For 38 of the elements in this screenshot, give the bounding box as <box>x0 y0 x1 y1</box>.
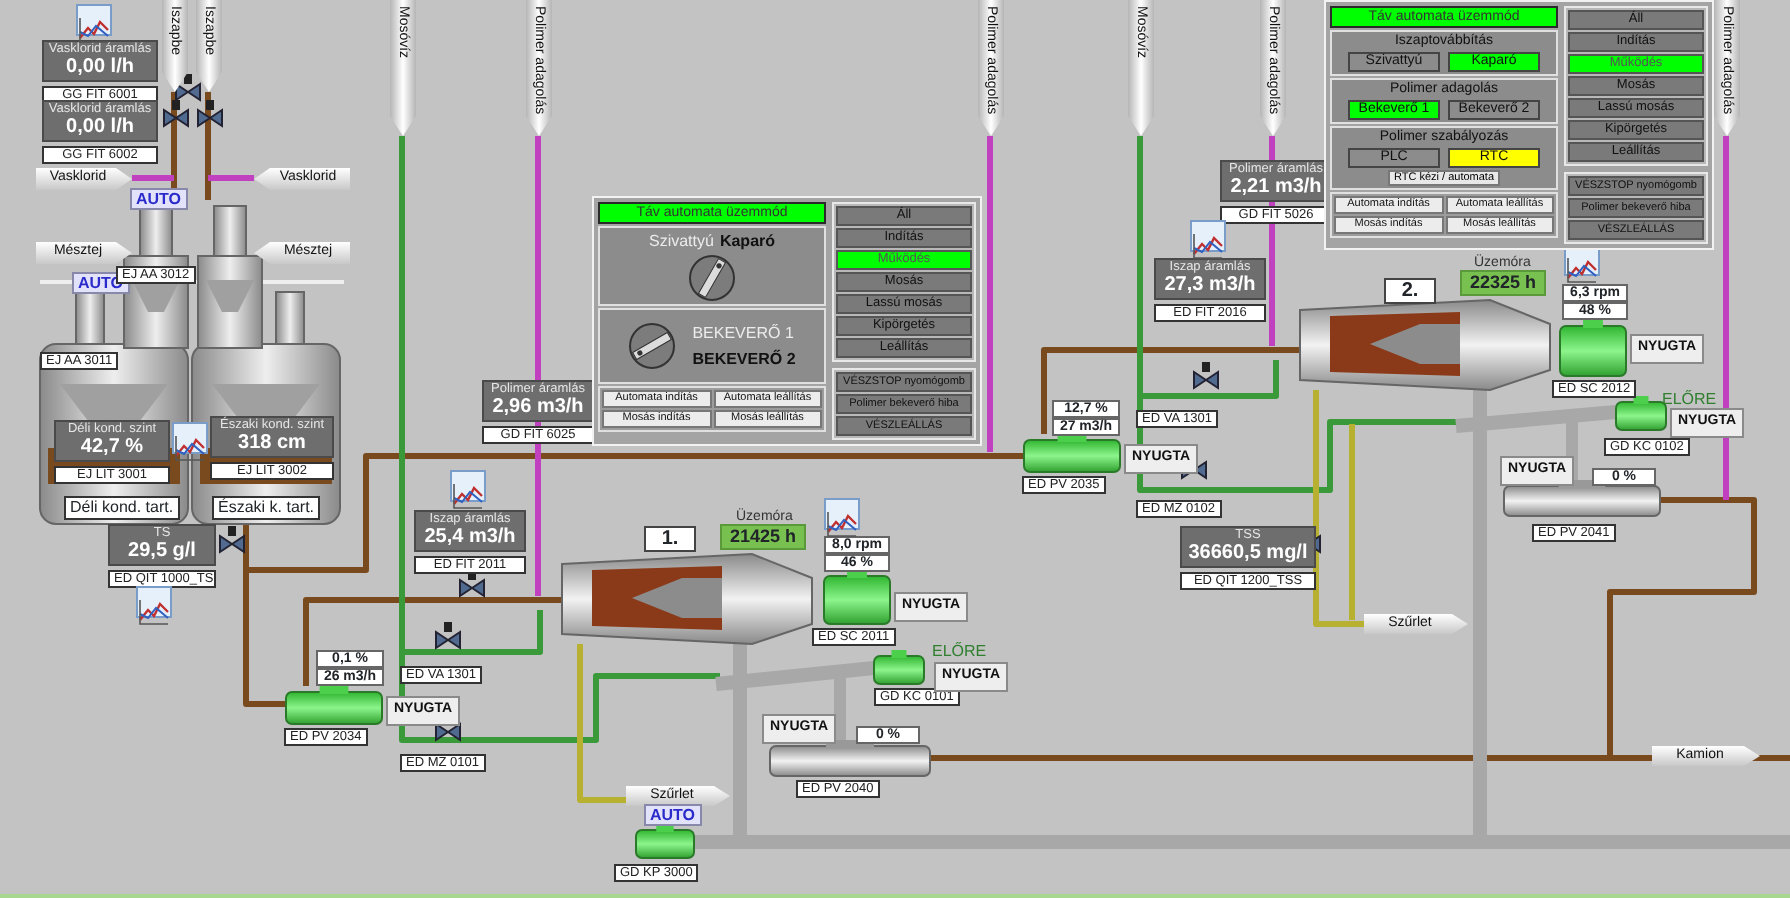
meter-value: 36660,5 mg/l <box>1186 543 1310 565</box>
motor-drawing <box>635 824 695 859</box>
auto-badge: AUTO <box>644 804 702 826</box>
meter-value: 0,00 l/h <box>64 57 136 79</box>
selector-option[interactable]: BEKEVERŐ 2 <box>692 349 796 369</box>
valve-icon <box>219 526 245 554</box>
operating-hours-value: 21425 h <box>720 524 807 550</box>
meter-value: 2,96 m3/h <box>490 397 586 419</box>
motor-drawing <box>823 570 891 625</box>
operating-hours-value: 22325 h <box>1460 270 1547 296</box>
pump-drawing <box>285 686 383 725</box>
selector-option[interactable]: Kaparó <box>719 231 776 251</box>
pump-drawing <box>1023 434 1121 473</box>
valve-icon <box>197 100 223 128</box>
valve-icon <box>163 100 189 128</box>
unit-number: 1. <box>644 526 696 552</box>
tank-name: Északi k. tart. <box>212 496 321 520</box>
unit-number: 2. <box>1384 278 1436 304</box>
direction-label: ELŐRE <box>1662 390 1717 408</box>
valve-icon <box>1193 362 1219 390</box>
meter-value: 2,21 m3/h <box>1228 177 1324 199</box>
meter-value: 0,00 l/h <box>64 117 136 139</box>
motor-drawing <box>1615 396 1667 431</box>
rotary-switch[interactable] <box>688 253 736 301</box>
meter-value: 25,4 m3/h <box>422 527 518 549</box>
motor-drawing <box>1559 320 1627 377</box>
meter-value: 42,7 % <box>78 437 146 459</box>
valve-icon <box>435 622 461 650</box>
valve-icon <box>175 74 201 102</box>
direction-label: ELŐRE <box>932 642 987 660</box>
motor-drawing <box>873 650 925 685</box>
tank-name: Déli kond. tart. <box>64 496 180 520</box>
meter-value: 27,3 m3/h <box>1162 275 1258 297</box>
rotary-switch[interactable] <box>628 322 677 370</box>
auto-badge: AUTO <box>130 188 188 210</box>
meter-value: 29,5 g/l <box>126 541 198 563</box>
valve-icon <box>459 570 485 598</box>
meter-value: 318 cm <box>236 433 308 455</box>
